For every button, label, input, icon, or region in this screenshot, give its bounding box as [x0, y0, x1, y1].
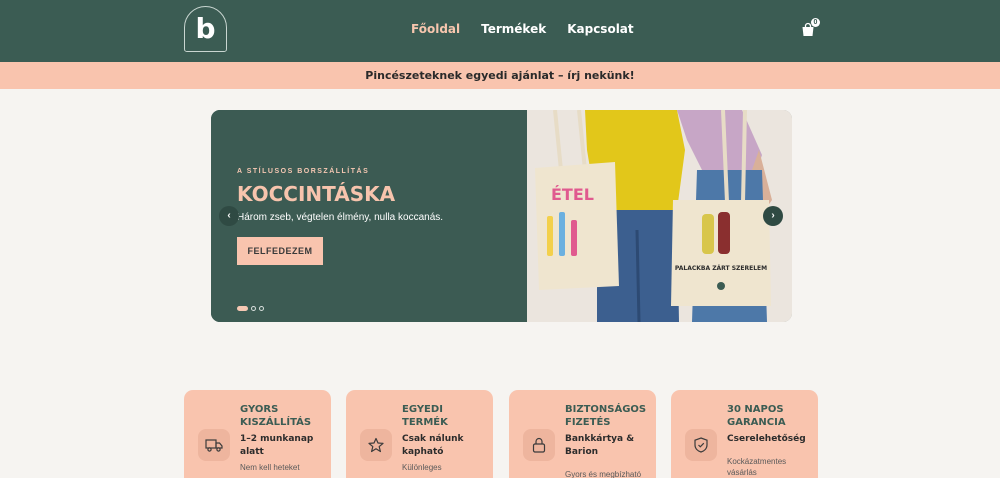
slider-prev-button[interactable]: ‹	[219, 206, 239, 226]
feature-main: Bankkártya & Barion	[565, 434, 635, 457]
hero-photo: ÉTEL PALACKBA ZÁRT SZERELEM	[527, 110, 792, 322]
feature-card-shipping: GYORS KISZÁLLÍTÁS 1–2 munkanap alatt Nem…	[184, 390, 331, 478]
nav-item-home[interactable]: Főoldal	[411, 22, 460, 36]
slider-dot-1[interactable]	[237, 306, 248, 311]
feature-sub: Gyors és megbízható	[565, 470, 642, 478]
hero-text-panel: A STÍLUSOS BORSZÁLLÍTÁS KOCCINTÁSKA Háro…	[211, 110, 527, 322]
feature-title: EGYEDI TERMÉK	[402, 404, 448, 428]
logo[interactable]: b	[184, 6, 227, 52]
main-nav: Főoldal Termékek Kapcsolat	[411, 22, 634, 36]
promo-bar[interactable]: Pincészeteknek egyedi ajánlat – írj nekü…	[0, 62, 1000, 89]
tote-bags-photo: ÉTEL PALACKBA ZÁRT SZERELEM	[527, 110, 792, 322]
feature-main: Cserelehetőség	[727, 434, 806, 444]
feature-sub: Kockázatmentes vásárlás	[727, 457, 787, 477]
cart-count-badge: 0	[811, 18, 820, 27]
feature-card-payment: BIZTONSÁGOS FIZETÉS Bankkártya & Barion …	[509, 390, 656, 478]
feature-card-unique: EGYEDI TERMÉK Csak nálunk kapható Különl…	[346, 390, 493, 478]
feature-main: 1–2 munkanap alatt	[240, 434, 314, 457]
logo-letter: b	[195, 12, 216, 45]
feature-sub: Nem kell heteket	[240, 463, 300, 472]
feature-main: Csak nálunk kapható	[402, 434, 464, 457]
lock-icon	[523, 429, 555, 461]
slider-dot-3[interactable]	[259, 306, 264, 311]
slider-dots	[237, 306, 264, 311]
star-icon	[360, 429, 392, 461]
feature-card-guarantee: 30 NAPOS GARANCIA Cserelehetőség Kockáza…	[671, 390, 818, 478]
bag-left-label: ÉTEL	[551, 185, 594, 204]
nav-item-products[interactable]: Termékek	[481, 22, 546, 36]
shield-check-icon	[685, 429, 717, 461]
promo-text: Pincészeteknek egyedi ajánlat – írj nekü…	[365, 69, 635, 82]
slider-next-button[interactable]: ›	[763, 206, 783, 226]
feature-title: 30 NAPOS GARANCIA	[727, 404, 786, 428]
feature-title: GYORS KISZÁLLÍTÁS	[240, 404, 312, 428]
site-header: b Főoldal Termékek Kapcsolat 0	[0, 0, 1000, 62]
hero-title: KOCCINTÁSKA	[237, 182, 396, 206]
nav-item-contact[interactable]: Kapcsolat	[567, 22, 633, 36]
chevron-left-icon: ‹	[227, 210, 231, 221]
feature-sub: Különleges	[402, 463, 442, 472]
truck-icon	[198, 429, 230, 461]
hero-slider: A STÍLUSOS BORSZÁLLÍTÁS KOCCINTÁSKA Háro…	[211, 110, 792, 322]
slider-dot-2[interactable]	[251, 306, 256, 311]
hero-subtitle: Három zseb, végtelen élmény, nulla kocca…	[237, 212, 444, 223]
feature-title: BIZTONSÁGOS FIZETÉS	[565, 404, 647, 428]
hero-eyebrow: A STÍLUSOS BORSZÁLLÍTÁS	[237, 168, 370, 175]
explore-button[interactable]: FELFEDEZEM	[237, 237, 323, 265]
bag-right-label: PALACKBA ZÁRT SZERELEM	[675, 265, 767, 272]
chevron-right-icon: ›	[771, 210, 775, 221]
